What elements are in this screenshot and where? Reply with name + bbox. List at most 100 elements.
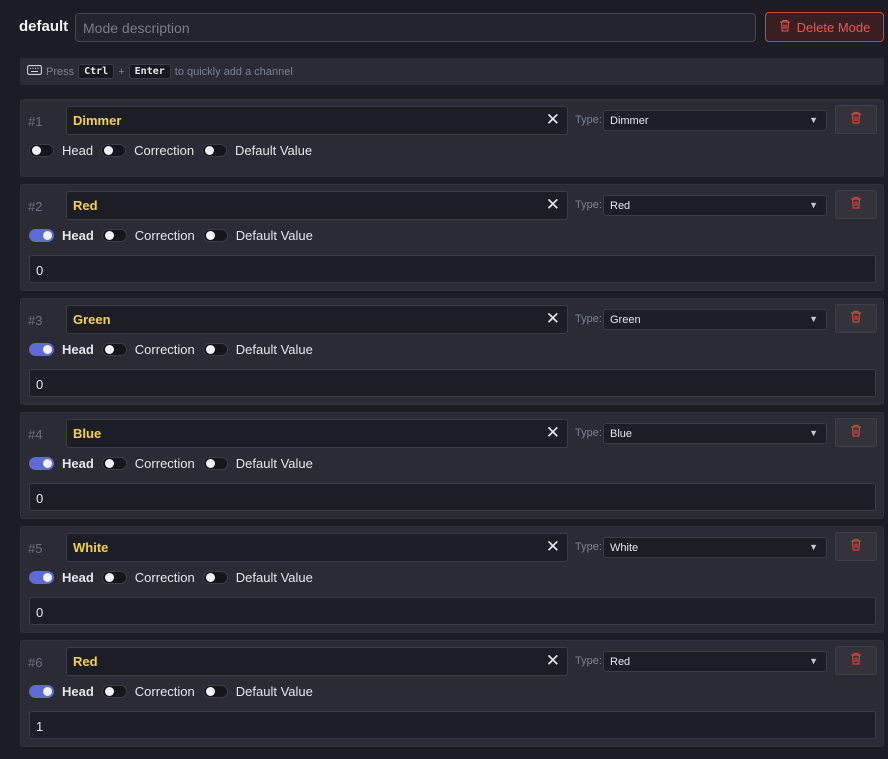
mode-header: default Delete Mode [0, 0, 888, 56]
correction-toggle[interactable] [101, 684, 127, 698]
hint-press: Press [46, 65, 75, 78]
type-label: Type: [575, 114, 602, 126]
channel-number: #4 [28, 427, 43, 442]
chevron-down-icon: ▼ [809, 428, 818, 438]
delete-channel-button[interactable] [835, 646, 877, 675]
head-label: Head [62, 683, 94, 699]
channel-name-input[interactable]: Blue ✕ [66, 419, 568, 448]
channel-number: #3 [28, 313, 43, 328]
head-value-input[interactable]: 0 [29, 597, 876, 625]
channel-type-value: White [610, 542, 639, 554]
default-value-label: Default Value [235, 341, 313, 357]
channel-type-select[interactable]: Red ▼ [603, 195, 827, 216]
channel-toggles: Head Correction Default Value [29, 340, 321, 358]
close-icon[interactable]: ✕ [546, 537, 560, 557]
delete-channel-button[interactable] [835, 532, 877, 561]
default-value-label: Default Value [235, 569, 313, 585]
default-value-label: Default Value [235, 227, 313, 243]
mode-description-input[interactable] [75, 13, 756, 42]
default-value-toggle[interactable] [202, 456, 228, 470]
channel-type-select[interactable]: Blue ▼ [603, 423, 827, 444]
channel-name-input[interactable]: Red ✕ [66, 191, 568, 220]
channel-name-input[interactable]: Dimmer ✕ [66, 106, 568, 135]
head-toggle[interactable] [29, 570, 54, 584]
channel-card: #6 Red ✕ Type: Red ▼ Head Correction Default Val… [20, 640, 884, 747]
head-toggle[interactable] [29, 456, 54, 470]
close-icon[interactable]: ✕ [546, 423, 560, 443]
default-value-toggle[interactable] [202, 684, 228, 698]
correction-label: Correction [134, 341, 195, 357]
head-value-input[interactable]: 0 [29, 483, 876, 511]
chevron-down-icon: ▼ [809, 656, 818, 666]
channel-toggles: Head Correction Default Value [29, 568, 321, 586]
head-value-input[interactable]: 1 [29, 711, 876, 739]
default-value-toggle[interactable] [202, 228, 228, 242]
trash-icon [850, 652, 862, 670]
type-label: Type: [575, 427, 602, 439]
channel-card: #5 White ✕ Type: White ▼ Head Correction Default… [20, 526, 884, 633]
enter-key: Enter [128, 64, 171, 79]
correction-label: Correction [134, 455, 195, 471]
type-label: Type: [575, 313, 602, 325]
close-icon[interactable]: ✕ [546, 309, 560, 329]
channel-type-value: Green [610, 314, 641, 326]
channel-type-value: Dimmer [610, 115, 649, 127]
channel-toggles: Head Correction Default Value [29, 141, 320, 159]
head-value: 0 [36, 377, 44, 392]
delete-channel-button[interactable] [835, 304, 877, 333]
head-label: Head [62, 569, 94, 585]
channel-name-input[interactable]: Red ✕ [66, 647, 568, 676]
correction-toggle[interactable] [101, 456, 127, 470]
chevron-down-icon: ▼ [809, 542, 818, 552]
correction-label: Correction [134, 227, 195, 243]
delete-channel-button[interactable] [835, 418, 877, 447]
type-label: Type: [575, 655, 602, 667]
close-icon[interactable]: ✕ [546, 110, 560, 130]
channel-name-input[interactable]: White ✕ [66, 533, 568, 562]
head-toggle[interactable] [29, 684, 54, 698]
channel-card: #2 Red ✕ Type: Red ▼ Head Correction Default Val… [20, 184, 884, 291]
default-value-toggle[interactable] [202, 342, 228, 356]
close-icon[interactable]: ✕ [546, 195, 560, 215]
channel-type-select[interactable]: White ▼ [603, 537, 827, 558]
channel-type-select[interactable]: Red ▼ [603, 651, 827, 672]
correction-toggle[interactable] [101, 570, 127, 584]
trash-icon [850, 196, 862, 214]
default-value-toggle[interactable] [202, 570, 228, 584]
channel-type-select[interactable]: Dimmer ▼ [603, 110, 827, 131]
head-value-input[interactable]: 0 [29, 255, 876, 283]
head-toggle[interactable] [29, 228, 54, 242]
correction-label: Correction [134, 142, 195, 158]
head-value-input[interactable]: 0 [29, 369, 876, 397]
channel-name: Green [73, 312, 111, 327]
channel-toggles: Head Correction Default Value [29, 454, 321, 472]
channel-number: #5 [28, 541, 43, 556]
channel-type-value: Red [610, 656, 631, 668]
default-value-label: Default Value [235, 455, 313, 471]
head-label: Head [62, 455, 94, 471]
delete-channel-button[interactable] [835, 190, 877, 219]
default-value-toggle[interactable] [202, 143, 228, 157]
head-toggle[interactable] [29, 143, 54, 157]
head-value: 1 [36, 719, 44, 734]
channel-toggles: Head Correction Default Value [29, 682, 321, 700]
correction-toggle[interactable] [101, 228, 127, 242]
chevron-down-icon: ▼ [809, 200, 818, 210]
channel-type-select[interactable]: Green ▼ [603, 309, 827, 330]
channel-toggles: Head Correction Default Value [29, 226, 321, 244]
channel-name-input[interactable]: Green ✕ [66, 305, 568, 334]
head-label: Head [62, 227, 94, 243]
channel-name: White [73, 540, 109, 555]
head-toggle[interactable] [29, 342, 54, 356]
default-value-label: Default Value [235, 683, 313, 699]
correction-toggle[interactable] [101, 342, 127, 356]
channel-card: #4 Blue ✕ Type: Blue ▼ Head Correction Default V… [20, 412, 884, 519]
delete-channel-button[interactable] [835, 105, 877, 134]
close-icon[interactable]: ✕ [546, 651, 560, 671]
delete-mode-button[interactable]: Delete Mode [765, 12, 884, 42]
trash-icon [779, 19, 791, 35]
correction-toggle[interactable] [101, 143, 127, 157]
type-label: Type: [575, 199, 602, 211]
hint-plus: + [118, 65, 125, 78]
chevron-down-icon: ▼ [809, 314, 818, 324]
